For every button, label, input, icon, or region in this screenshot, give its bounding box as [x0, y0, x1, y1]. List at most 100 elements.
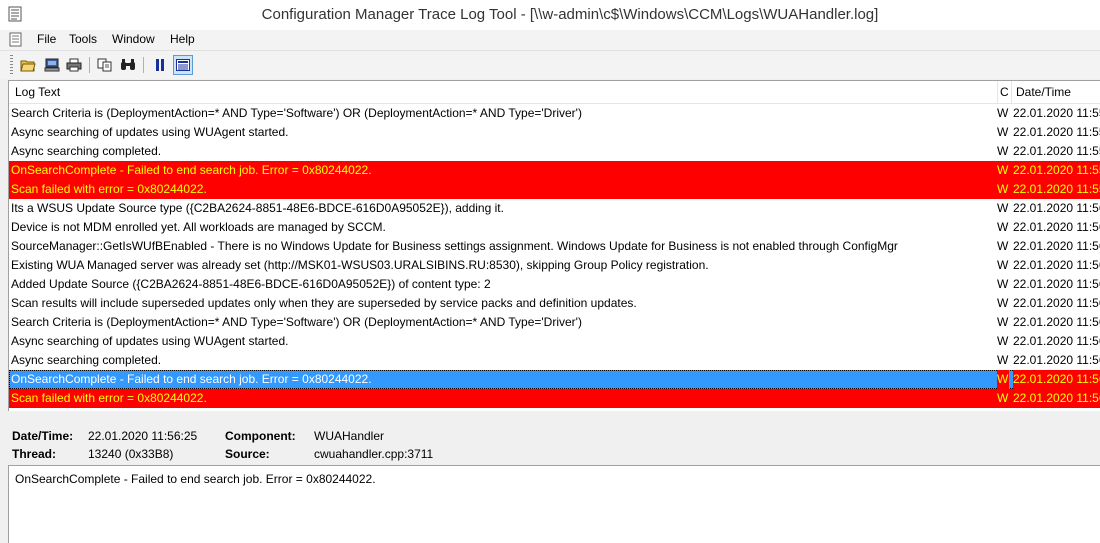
component-cell: W	[997, 334, 1009, 348]
source-label: Source:	[225, 447, 270, 461]
toolbar-separator	[89, 57, 90, 73]
datetime-cell: 22.01.2020 11:56:	[1013, 258, 1100, 272]
datetime-cell: 22.01.2020 11:56:	[1013, 370, 1100, 389]
menu-help[interactable]: Help	[170, 32, 195, 46]
datetime-cell: 22.01.2020 11:55:	[1013, 144, 1100, 158]
component-cell: W	[997, 201, 1009, 215]
pause-icon[interactable]	[150, 55, 170, 75]
window-title: Configuration Manager Trace Log Tool - […	[261, 6, 879, 23]
log-row[interactable]: Added Update Source ({C2BA2624-8851-48E6…	[9, 275, 1100, 294]
component-cell: W	[997, 353, 1009, 367]
computer-icon[interactable]	[42, 55, 62, 75]
log-text-cell: Search Criteria is (DeploymentAction=* A…	[11, 106, 582, 120]
column-header-log-text[interactable]: Log Text	[15, 85, 60, 99]
log-row[interactable]: OnSearchComplete - Failed to end search …	[9, 161, 1100, 180]
component-cell: W	[997, 258, 1009, 272]
component-value: WUAHandler	[314, 429, 385, 443]
toolbar	[0, 50, 1100, 79]
highlight-view-icon[interactable]	[173, 55, 193, 75]
find-icon[interactable]	[118, 55, 138, 75]
component-cell: W	[997, 125, 1009, 139]
log-text-cell: Scan failed with error = 0x80244022.	[11, 391, 207, 405]
log-text-cell: Async searching completed.	[11, 144, 162, 158]
print-icon[interactable]	[64, 55, 84, 75]
menu-bar: File Tools Window Help	[0, 30, 1100, 50]
log-text-cell: Async searching of updates using WUAgent…	[11, 334, 289, 348]
datetime-cell: 22.01.2020 11:56:	[1013, 239, 1100, 253]
message-text: OnSearchComplete - Failed to end search …	[15, 472, 376, 486]
log-text-cell: Scan failed with error = 0x80244022.	[11, 182, 207, 196]
datetime-cell: 22.01.2020 11:56:	[1013, 277, 1100, 291]
datetime-cell: 22.01.2020 11:55:	[1013, 125, 1100, 139]
log-row[interactable]: Search Criteria is (DeploymentAction=* A…	[9, 104, 1100, 123]
datetime-value: 22.01.2020 11:56:25	[88, 429, 198, 443]
log-row[interactable]: Async searching completed. W 22.01.2020 11…	[9, 142, 1100, 161]
log-text-cell: Existing WUA Managed server was already …	[11, 258, 709, 272]
datetime-cell: 22.01.2020 11:55:	[1013, 182, 1100, 196]
thread-value: 13240 (0x33B8)	[88, 447, 174, 461]
log-row[interactable]: Async searching of updates using WUAgent…	[9, 332, 1100, 351]
log-text-cell: Scan results will include superseded upd…	[11, 296, 637, 310]
datetime-cell: 22.01.2020 11:56:	[1013, 220, 1100, 234]
datetime-cell: 22.01.2020 11:56:	[1013, 201, 1100, 215]
component-cell: W	[997, 239, 1009, 253]
log-text-cell: Search Criteria is (DeploymentAction=* A…	[11, 315, 582, 329]
copy-icon[interactable]	[95, 55, 115, 75]
component-cell: W	[997, 220, 1009, 234]
menu-file[interactable]: File	[37, 32, 56, 46]
column-divider[interactable]	[997, 81, 998, 103]
datetime-cell: 22.01.2020 11:56:	[1013, 315, 1100, 329]
log-text-cell: Async searching completed.	[11, 353, 162, 367]
component-cell: W	[997, 144, 1009, 158]
log-grid[interactable]: Log Text C Date/Time Search Criteria is …	[8, 80, 1100, 411]
component-cell: W	[997, 163, 1009, 177]
open-folder-icon[interactable]	[18, 55, 38, 75]
component-cell: W	[997, 106, 1009, 120]
log-text-cell: Added Update Source ({C2BA2624-8851-48E6…	[11, 277, 491, 291]
log-text-cell: Async searching of updates using WUAgent…	[11, 125, 289, 139]
column-header-datetime[interactable]: Date/Time	[1016, 85, 1071, 99]
datetime-label: Date/Time:	[12, 429, 74, 443]
log-row[interactable]: Scan failed with error = 0x80244022. W 22.…	[9, 389, 1100, 408]
component-label: Component:	[225, 429, 296, 443]
component-cell: W	[997, 370, 1009, 389]
thread-label: Thread:	[12, 447, 57, 461]
log-row[interactable]: Existing WUA Managed server was already …	[9, 256, 1100, 275]
datetime-cell: 22.01.2020 11:56:	[1013, 296, 1100, 310]
grid-header: Log Text C Date/Time	[9, 81, 1100, 104]
toolbar-separator	[143, 57, 144, 73]
log-row[interactable]: SourceManager::GetIsWUfBEnabled - There …	[9, 237, 1100, 256]
log-row[interactable]: Scan failed with error = 0x80244022. W 22.…	[9, 180, 1100, 199]
log-text-cell: Device is not MDM enrolled yet. All work…	[11, 220, 386, 234]
title-bar: Configuration Manager Trace Log Tool - […	[0, 0, 1100, 30]
details-panel: Date/Time: 22.01.2020 11:56:25 Component…	[8, 420, 1100, 465]
datetime-cell: 22.01.2020 11:56:	[1013, 391, 1100, 405]
log-row[interactable]: Async searching completed. W 22.01.2020 11…	[9, 351, 1100, 370]
column-header-component[interactable]: C	[1000, 85, 1008, 99]
component-cell: W	[997, 277, 1009, 291]
log-row[interactable]: Async searching of updates using WUAgent…	[9, 123, 1100, 142]
component-cell: W	[997, 182, 1009, 196]
log-row[interactable]: Its a WSUS Update Source type ({C2BA2624…	[9, 199, 1100, 218]
document-icon[interactable]	[9, 32, 23, 47]
menu-window[interactable]: Window	[112, 32, 155, 46]
source-value: cwuahandler.cpp:3711	[314, 447, 434, 461]
log-row[interactable]: Scan results will include superseded upd…	[9, 294, 1100, 313]
component-cell: W	[997, 391, 1009, 405]
component-cell: W	[997, 315, 1009, 329]
datetime-cell: 22.01.2020 11:55:	[1013, 163, 1100, 177]
component-cell: W	[997, 296, 1009, 310]
log-row[interactable]: Search Criteria is (DeploymentAction=* A…	[9, 313, 1100, 332]
datetime-cell: 22.01.2020 11:56:	[1013, 353, 1100, 367]
message-box[interactable]: OnSearchComplete - Failed to end search …	[8, 465, 1100, 543]
log-row[interactable]: Device is not MDM enrolled yet. All work…	[9, 218, 1100, 237]
menu-tools[interactable]: Tools	[69, 32, 97, 46]
log-text-cell: OnSearchComplete - Failed to end search …	[11, 163, 372, 177]
log-text-cell: SourceManager::GetIsWUfBEnabled - There …	[11, 239, 898, 253]
toolbar-grip[interactable]	[10, 55, 13, 75]
log-row[interactable]: OnSearchComplete - Failed to end search …	[9, 370, 1100, 389]
log-text-cell: OnSearchComplete - Failed to end search …	[11, 372, 372, 386]
column-divider[interactable]	[1011, 81, 1012, 103]
log-text-cell: Its a WSUS Update Source type ({C2BA2624…	[11, 201, 504, 215]
datetime-cell: 22.01.2020 11:56:	[1013, 334, 1100, 348]
